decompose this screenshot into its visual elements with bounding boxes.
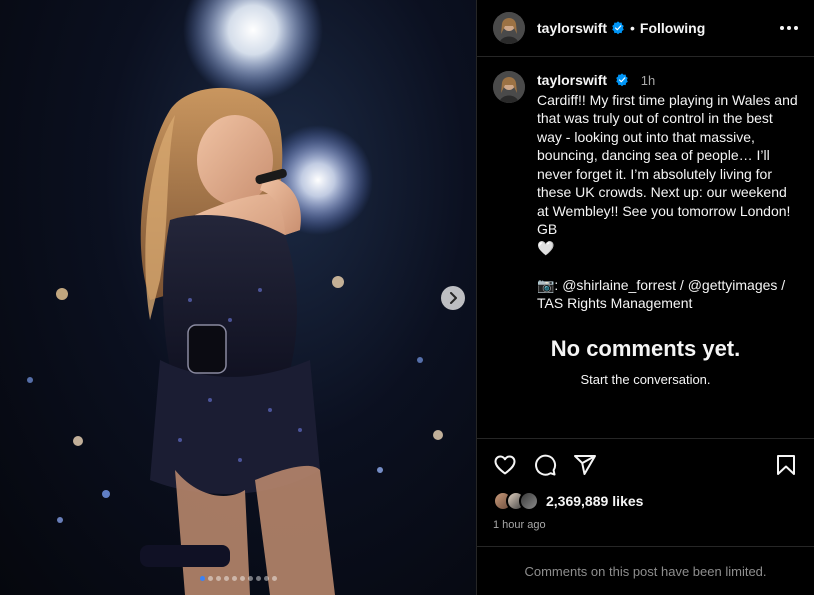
header-separator: • <box>630 20 635 36</box>
carousel-dot <box>231 576 237 581</box>
carousel-indicator <box>0 576 476 581</box>
share-icon[interactable] <box>573 453 597 477</box>
liker-avatars <box>493 491 539 511</box>
caption: taylorswift 1h Cardiff!! My first time p… <box>477 57 814 313</box>
avatar-image <box>493 12 525 44</box>
header-username[interactable]: taylorswift <box>537 20 607 36</box>
likes-count[interactable]: 2,369,889 <box>546 493 608 509</box>
action-bar: 2,369,889 likes 1 hour ago <box>477 438 814 531</box>
empty-title: No comments yet. <box>550 336 741 361</box>
avatar-image <box>493 71 525 103</box>
liker-avatar <box>519 491 539 511</box>
comments-limited-notice: Comments on this post have been limited. <box>477 546 814 595</box>
likes-label[interactable]: likes <box>612 493 643 509</box>
carousel-dot <box>215 576 221 581</box>
caption-username[interactable]: taylorswift <box>537 72 607 88</box>
chevron-right-icon <box>450 292 457 304</box>
post-media[interactable] <box>0 0 476 595</box>
more-options-icon[interactable] <box>780 26 798 30</box>
caption-avatar[interactable] <box>493 71 525 103</box>
carousel-dot <box>271 576 277 581</box>
verified-badge-icon <box>616 73 628 87</box>
post-side-panel: taylorswift • Following taylorswift 1h C… <box>476 0 814 595</box>
carousel-dot <box>239 576 245 581</box>
concert-photo <box>27 0 443 595</box>
bookmark-icon[interactable] <box>774 453 798 477</box>
avatar[interactable] <box>493 12 525 44</box>
posted-time[interactable]: 1 hour ago <box>493 519 798 531</box>
comments-empty-state: No comments yet. Start the conversation. <box>477 336 814 387</box>
following-button[interactable]: Following <box>640 20 705 36</box>
carousel-dot <box>207 576 213 581</box>
verified-badge-icon <box>612 21 624 35</box>
carousel-dot <box>263 576 269 581</box>
post-header: taylorswift • Following <box>477 0 814 57</box>
likes-row[interactable]: 2,369,889 likes <box>493 491 798 511</box>
heart-icon[interactable] <box>493 453 517 477</box>
carousel-dot <box>247 576 253 581</box>
carousel-dot <box>223 576 229 581</box>
carousel-dot <box>255 576 261 581</box>
empty-subtitle: Start the conversation. <box>580 372 711 387</box>
comment-icon[interactable] <box>533 453 557 477</box>
carousel-dot <box>199 576 205 581</box>
caption-text: Cardiff!! My first time playing in Wales… <box>537 91 798 312</box>
next-slide-button[interactable] <box>441 286 465 310</box>
caption-time[interactable]: 1h <box>641 73 655 88</box>
